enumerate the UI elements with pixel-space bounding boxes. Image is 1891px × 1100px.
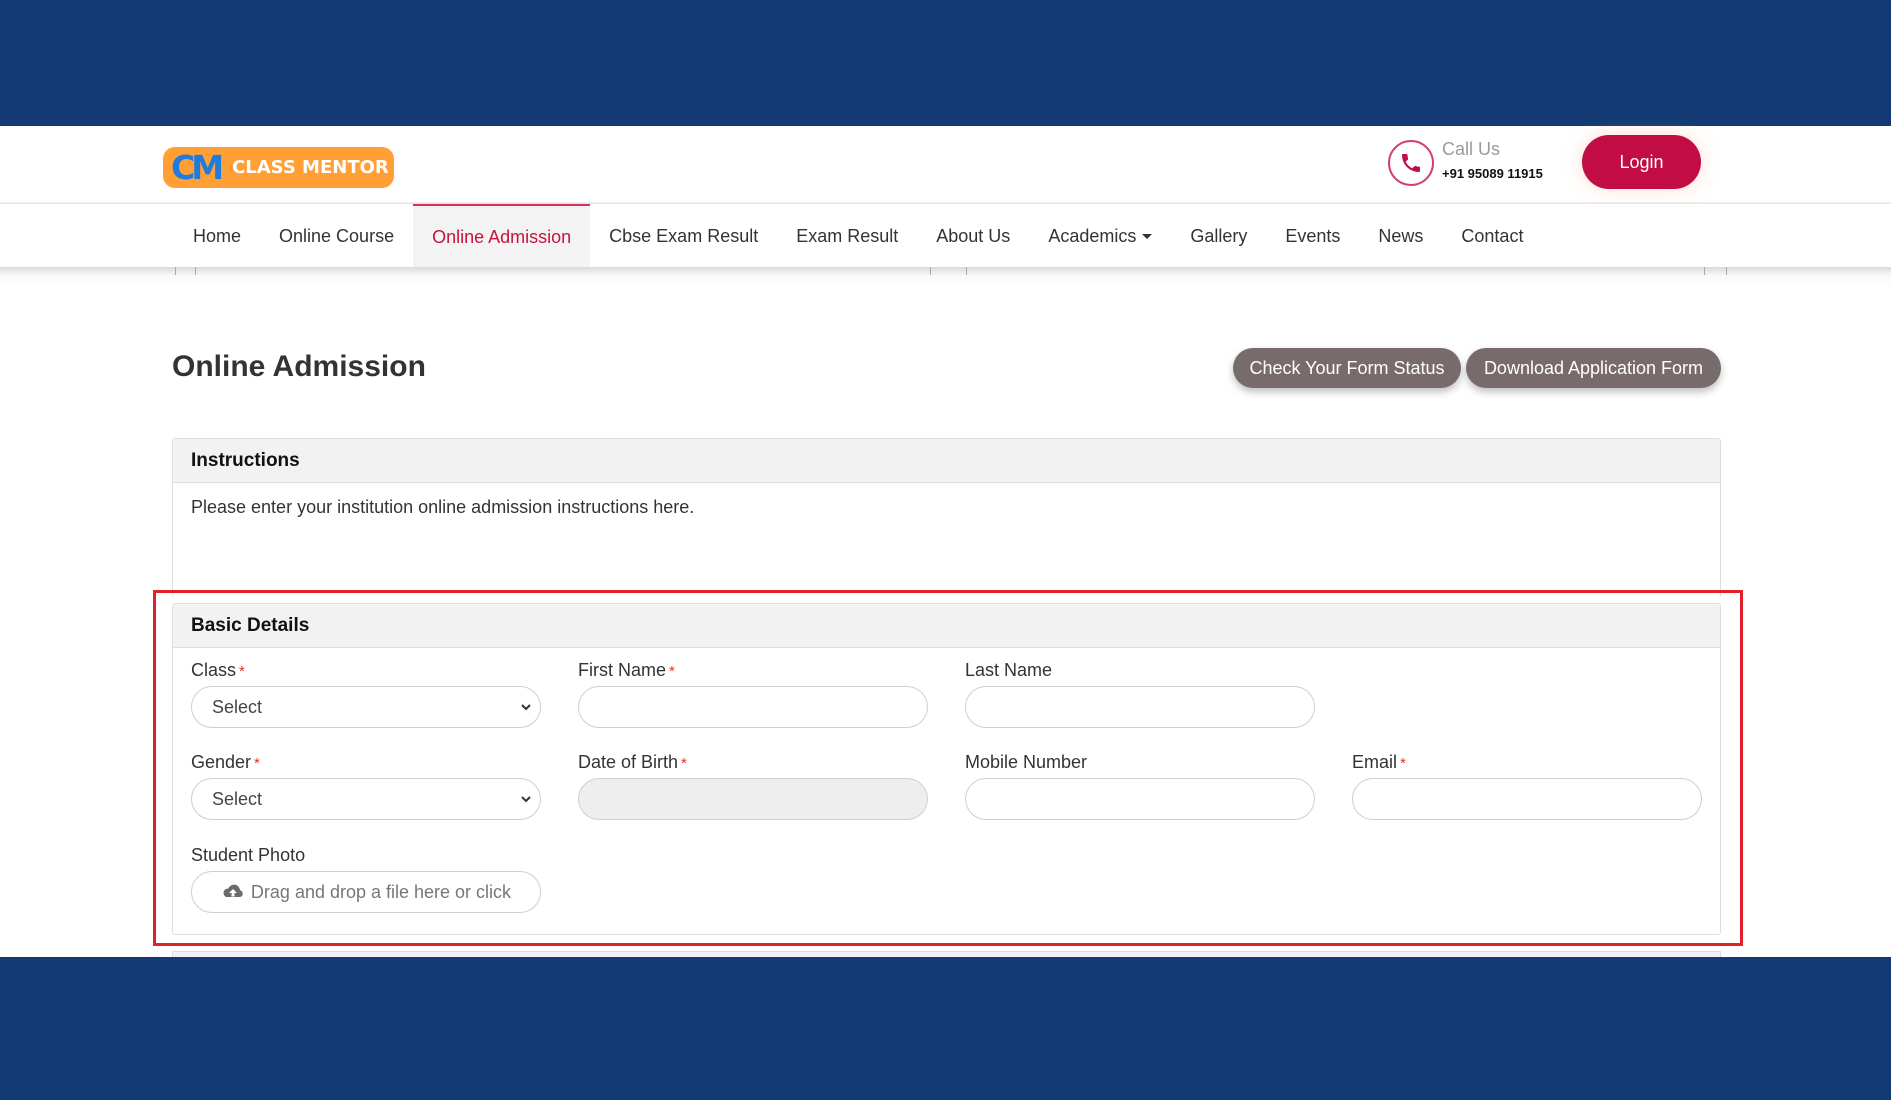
- last-name-input[interactable]: [965, 686, 1315, 728]
- divider: [966, 267, 967, 275]
- instructions-panel: Instructions Please enter your instituti…: [172, 438, 1721, 598]
- mobile-field: Mobile Number: [965, 752, 1315, 820]
- nav-label: Contact: [1461, 225, 1524, 246]
- nav-label: Online Course: [279, 225, 395, 246]
- dob-input[interactable]: [578, 778, 928, 820]
- mobile-input[interactable]: [965, 778, 1315, 820]
- logo-mark: CM: [171, 148, 224, 187]
- chevron-down-icon: [521, 704, 531, 711]
- dob-label: Date of Birth: [578, 752, 679, 772]
- dob-field: Date of Birth *: [578, 752, 928, 820]
- nav-label: Academics: [1048, 225, 1137, 246]
- nav-shadow: [0, 267, 1891, 275]
- required-marker: *: [239, 663, 245, 680]
- nav-item-gallery[interactable]: Gallery: [1171, 204, 1266, 268]
- nav-item-contact[interactable]: Contact: [1442, 204, 1542, 268]
- class-select[interactable]: Select: [191, 686, 541, 728]
- instructions-text: Please enter your institution online adm…: [191, 497, 695, 517]
- required-marker: *: [669, 663, 675, 680]
- nav-label: Gallery: [1190, 225, 1248, 246]
- class-select-value: Select: [212, 696, 263, 717]
- student-photo-dropzone[interactable]: Drag and drop a file here or click: [191, 871, 541, 913]
- login-button[interactable]: Login: [1582, 135, 1701, 189]
- dropzone-text: Drag and drop a file here or click: [250, 881, 512, 902]
- nav-item-cbse-exam-result[interactable]: Cbse Exam Result: [590, 204, 777, 268]
- nav-item-about-us[interactable]: About Us: [917, 204, 1029, 268]
- top-background-band: [0, 0, 1891, 126]
- nav-fade: [0, 275, 1891, 287]
- nav-item-events[interactable]: Events: [1266, 204, 1359, 268]
- nav-label: About Us: [936, 225, 1011, 246]
- class-label: Class: [191, 660, 237, 680]
- phone-icon: [1388, 140, 1434, 186]
- nav-item-news[interactable]: News: [1359, 204, 1442, 268]
- nav-label: Cbse Exam Result: [609, 225, 759, 246]
- first-name-input[interactable]: [578, 686, 928, 728]
- required-marker: *: [254, 755, 260, 772]
- email-input[interactable]: [1352, 778, 1702, 820]
- nav-label: Home: [193, 225, 242, 246]
- phone-number[interactable]: +91 95089 11915: [1442, 166, 1543, 181]
- instructions-heading: Instructions: [173, 439, 1720, 483]
- check-form-status-button[interactable]: Check Your Form Status: [1233, 348, 1461, 388]
- basic-details-heading: Basic Details: [173, 604, 1720, 648]
- nav-item-online-course[interactable]: Online Course: [260, 204, 413, 268]
- nav-label: News: [1378, 225, 1424, 246]
- divider: [1704, 267, 1705, 275]
- class-field: Class * Select: [191, 660, 541, 728]
- nav-item-exam-result[interactable]: Exam Result: [777, 204, 917, 268]
- mobile-label: Mobile Number: [965, 752, 1088, 772]
- first-name-label: First Name: [578, 660, 667, 680]
- basic-details-panel: Basic Details Class * Select First Name * …: [172, 603, 1721, 935]
- student-photo-label: Student Photo: [191, 845, 306, 865]
- required-marker: *: [681, 755, 687, 772]
- main-nav: Home Online Course Online Admission Cbse…: [0, 203, 1891, 268]
- logo-text: CLASS MENTOR: [232, 157, 389, 178]
- site-header: CM CLASS MENTOR Call Us +91 95089 11915 …: [0, 126, 1891, 203]
- logo[interactable]: CM CLASS MENTOR: [163, 147, 394, 188]
- caret-down-icon: [1142, 233, 1153, 239]
- gender-label: Gender: [191, 752, 252, 772]
- gender-field: Gender * Select: [191, 752, 541, 820]
- nav-label: Events: [1285, 225, 1341, 246]
- nav-label: Exam Result: [796, 225, 899, 246]
- last-name-field: Last Name: [965, 660, 1315, 728]
- email-label: Email: [1352, 752, 1398, 772]
- gender-select[interactable]: Select: [191, 778, 541, 820]
- call-us: Call Us +91 95089 11915: [1388, 139, 1543, 186]
- nav-label: Online Admission: [432, 226, 572, 247]
- gender-select-value: Select: [212, 788, 263, 809]
- bottom-background-band: [0, 957, 1891, 1100]
- required-marker: *: [1400, 755, 1406, 772]
- last-name-label: Last Name: [965, 660, 1053, 680]
- divider: [930, 267, 931, 275]
- page-title: Online Admission: [172, 350, 426, 383]
- chevron-down-icon: [521, 796, 531, 803]
- divider: [175, 267, 176, 275]
- cloud-upload-icon: [223, 884, 243, 897]
- divider: [1726, 267, 1727, 275]
- student-photo-field: Student Photo Drag and drop a file here …: [191, 845, 541, 913]
- divider: [195, 267, 196, 275]
- email-field: Email *: [1352, 752, 1702, 820]
- first-name-field: First Name *: [578, 660, 928, 728]
- call-us-label: Call Us: [1442, 139, 1501, 159]
- download-application-form-button[interactable]: Download Application Form: [1466, 348, 1721, 388]
- nav-item-online-admission[interactable]: Online Admission: [413, 204, 591, 268]
- nav-item-home[interactable]: Home: [174, 204, 260, 268]
- nav-item-academics[interactable]: Academics: [1029, 204, 1171, 268]
